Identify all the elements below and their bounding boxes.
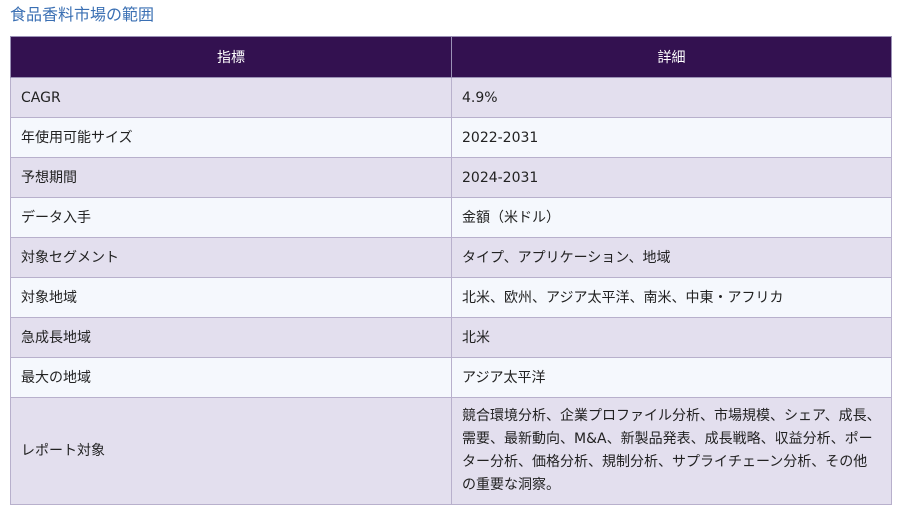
row-label: 年使用可能サイズ: [10, 117, 452, 158]
row-label: 対象地域: [10, 277, 452, 318]
row-value: 2024-2031: [451, 157, 892, 198]
row-label: 対象セグメント: [10, 237, 452, 278]
row-value: 北米、欧州、アジア太平洋、南米、中東・アフリカ: [451, 277, 892, 318]
row-value: 金額（米ドル）: [451, 197, 892, 238]
row-value: アジア太平洋: [451, 357, 892, 398]
row-label: 予想期間: [10, 157, 452, 198]
table-row: 対象セグメント タイプ、アプリケーション、地域: [10, 237, 892, 278]
table-row: 急成長地域 北米: [10, 317, 892, 358]
row-value: 北米: [451, 317, 892, 358]
page: 食品香料市場の範囲 指標 詳細 CAGR 4.9% 年使用可能サイズ 2022-…: [0, 0, 897, 508]
row-label: 急成長地域: [10, 317, 452, 358]
scope-table: 指標 詳細 CAGR 4.9% 年使用可能サイズ 2022-2031 予想期間 …: [10, 36, 892, 505]
table-row: 最大の地域 アジア太平洋: [10, 357, 892, 398]
row-label: レポート対象: [10, 397, 452, 505]
table-header-row: 指標 詳細: [10, 36, 892, 78]
row-value: 4.9%: [451, 77, 892, 118]
row-label: CAGR: [10, 77, 452, 118]
row-value: タイプ、アプリケーション、地域: [451, 237, 892, 278]
row-value: 競合環境分析、企業プロファイル分析、市場規模、シェア、成長、需要、最新動向、M&…: [451, 397, 892, 505]
row-label: 最大の地域: [10, 357, 452, 398]
table-row: 対象地域 北米、欧州、アジア太平洋、南米、中東・アフリカ: [10, 277, 892, 318]
column-header-details: 詳細: [451, 36, 892, 78]
row-value: 2022-2031: [451, 117, 892, 158]
page-title: 食品香料市場の範囲: [10, 5, 155, 24]
table-row: 予想期間 2024-2031: [10, 157, 892, 198]
table-row: データ入手 金額（米ドル）: [10, 197, 892, 238]
table-row: 年使用可能サイズ 2022-2031: [10, 117, 892, 158]
table-row: CAGR 4.9%: [10, 77, 892, 118]
table-row: レポート対象 競合環境分析、企業プロファイル分析、市場規模、シェア、成長、需要、…: [10, 397, 892, 505]
row-label: データ入手: [10, 197, 452, 238]
column-header-metric: 指標: [10, 36, 452, 78]
